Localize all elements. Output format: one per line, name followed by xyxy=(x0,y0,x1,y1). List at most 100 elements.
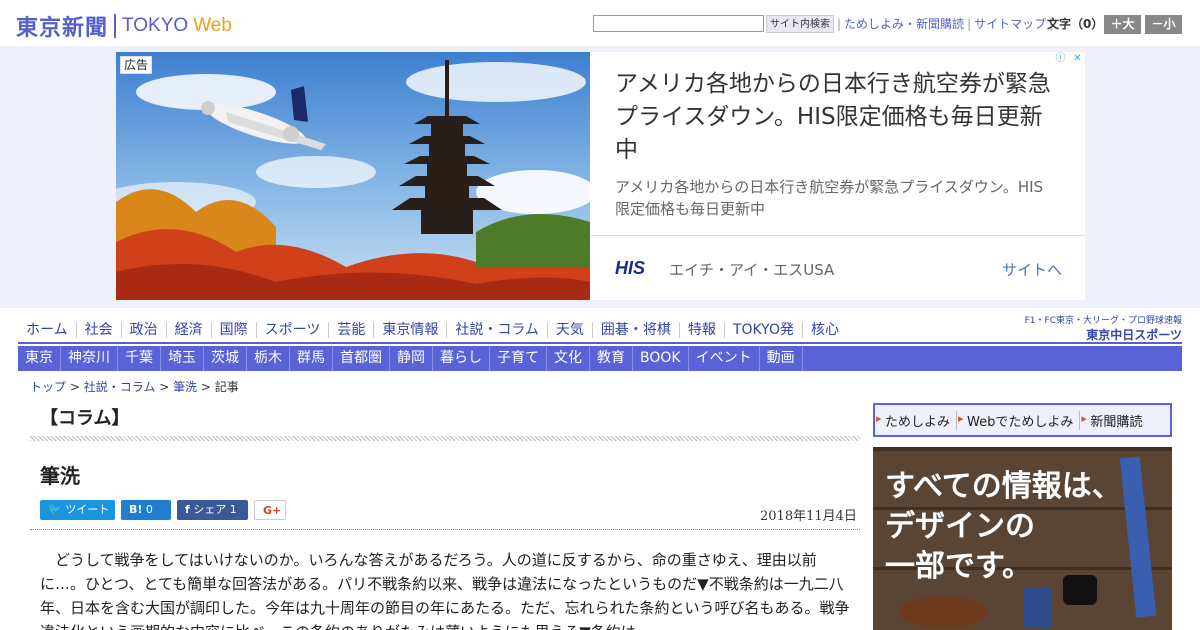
tweet-label: ツイート xyxy=(65,503,110,516)
font-smaller-button[interactable]: －小 xyxy=(1145,15,1182,34)
hatena-icon: B! xyxy=(129,503,143,516)
nav-item-entertainment[interactable]: 芸能 xyxy=(328,322,373,338)
ad-description: アメリカ各地からの日本行き航空券が緊急プライスダウン。HIS限定価格も毎日更新中 xyxy=(615,178,1044,218)
nav-divider xyxy=(18,342,1182,344)
ad-image[interactable]: 広告 xyxy=(116,52,590,300)
his-logo: HIS xyxy=(615,258,646,278)
nav-item-editorial[interactable]: 社説・コラム xyxy=(446,322,547,338)
close-icon[interactable]: ✕ xyxy=(1070,52,1085,66)
logo-japanese: 東京新聞 xyxy=(16,15,109,41)
region-item-event[interactable]: イベント xyxy=(689,346,760,371)
share-buttons: 🐦 ツイート B! 0 f シェア 1 G+ xyxy=(40,500,286,520)
nav-item-society[interactable]: 社会 xyxy=(75,322,121,338)
site-header: 東京新聞 TOKYO Web サイト内検索 | ためしよみ・新聞購読 | サイト… xyxy=(0,0,1200,46)
facebook-share-label: シェア xyxy=(193,503,227,516)
facebook-share-button[interactable]: f シェア 1 xyxy=(177,500,248,520)
font-size-label: 文字（0） xyxy=(1047,17,1104,31)
breadcrumb-sub[interactable]: 筆洗 xyxy=(173,380,197,394)
region-item-saitama[interactable]: 埼玉 xyxy=(161,346,204,371)
nav-item-kakushin[interactable]: 核心 xyxy=(801,322,847,338)
ad-divider xyxy=(590,235,1085,236)
region-item-ibaraki[interactable]: 茨城 xyxy=(204,346,247,371)
nav-item-tokyo-info[interactable]: 東京情報 xyxy=(373,322,446,338)
region-item-kanagawa[interactable]: 神奈川 xyxy=(61,346,118,371)
sidebar-ad-line-3: 一部です。 xyxy=(885,549,1032,584)
region-item-gunma[interactable]: 群馬 xyxy=(290,346,333,371)
region-item-kurashi[interactable]: 暮らし xyxy=(433,346,490,371)
logo-english: TOKYO xyxy=(122,15,189,36)
ad-headline[interactable]: アメリカ各地からの日本行き航空券が緊急プライスダウン。HIS限定価格も毎日更新中 xyxy=(615,68,1065,167)
site-logo[interactable]: 東京新聞 TOKYO Web xyxy=(16,10,232,42)
breadcrumb: トップ > 社説・コラム > 筆洗 > 記事 xyxy=(30,378,239,395)
logo-web: Web xyxy=(193,15,232,36)
ad-card[interactable]: 広告 ⓘ ✕ アメリカ各地からの日本行き航空券が緊急プライスダウン。HIS限定価… xyxy=(116,52,1085,300)
region-item-chiba[interactable]: 千葉 xyxy=(118,346,161,371)
chunichi-tagline: F1・FC東京・大リーグ・プロ野球速報 xyxy=(1024,316,1182,326)
ad-cta-link[interactable]: サイトへ xyxy=(1002,259,1062,280)
region-item-book[interactable]: BOOK xyxy=(633,346,689,371)
nav-item-tokyo-hatsu[interactable]: TOKYO発 xyxy=(723,322,802,338)
region-item-bunka[interactable]: 文化 xyxy=(547,346,590,371)
region-nav: 東京 神奈川 千葉 埼玉 茨城 栃木 群馬 首都圏 静岡 暮らし 子育て 文化 … xyxy=(18,346,1182,371)
region-item-kyoiku[interactable]: 教育 xyxy=(590,346,633,371)
info-icon[interactable]: ⓘ xyxy=(1053,52,1068,66)
facebook-share-count: 1 xyxy=(229,503,237,516)
subscribe-link[interactable]: 新聞購読 xyxy=(1079,410,1148,430)
link-separator: | xyxy=(967,17,972,31)
header-links: | ためしよみ・新聞購読 | サイトマップ | xyxy=(834,15,1056,33)
pagoda-airplane-image xyxy=(116,52,590,300)
region-item-shutoken[interactable]: 首都圏 xyxy=(333,346,390,371)
section-title: 【コラム】 xyxy=(40,408,130,429)
search-input[interactable] xyxy=(593,15,764,32)
article-body: どうして戦争をしてはいけないのか。いろんな答えがあるだろう。人の道に反するから、… xyxy=(40,551,850,630)
article-title: 筆洗 xyxy=(40,464,80,488)
ad-choices[interactable]: ⓘ ✕ xyxy=(1053,52,1085,66)
hatena-button[interactable]: B! 0 xyxy=(121,500,171,520)
nav-item-sports[interactable]: スポーツ xyxy=(255,322,329,338)
ad-advertiser: エイチ・アイ・エスUSA xyxy=(669,261,835,279)
nav-item-politics[interactable]: 政治 xyxy=(120,322,166,338)
ad-banner-area: 広告 ⓘ ✕ アメリカ各地からの日本行き航空券が緊急プライスダウン。HIS限定価… xyxy=(0,46,1200,308)
breadcrumb-current: 記事 xyxy=(214,380,239,394)
sidebar-ad[interactable]: すべての情報は、 デザインの 一部です。 xyxy=(873,447,1172,630)
nav-item-go-shogi[interactable]: 囲碁・将棋 xyxy=(591,322,679,338)
main-nav: ホーム 社会 政治 経済 国際 スポーツ 芸能 東京情報 社説・コラム 天気 囲… xyxy=(18,318,847,342)
nav-item-tokuho[interactable]: 特報 xyxy=(678,322,724,338)
trial-link[interactable]: ためしよみ xyxy=(875,411,956,430)
ad-cta-label: サイトへ xyxy=(1002,261,1063,279)
sidebar-ad-line-1: すべての情報は、 xyxy=(885,469,1122,504)
nav-item-economy[interactable]: 経済 xyxy=(165,322,211,338)
ad-label: 広告 xyxy=(120,56,153,74)
breadcrumb-separator: > xyxy=(159,380,174,394)
tweet-button[interactable]: 🐦 ツイート xyxy=(40,500,115,520)
region-item-tochigi[interactable]: 栃木 xyxy=(247,346,290,371)
chunichi-sports-link[interactable]: F1・FC東京・大リーグ・プロ野球速報 東京中日スポーツ xyxy=(1020,313,1182,343)
breadcrumb-top[interactable]: トップ xyxy=(30,380,66,394)
region-item-kosodate[interactable]: 子育て xyxy=(490,346,547,371)
breadcrumb-section[interactable]: 社説・コラム xyxy=(84,380,156,394)
font-larger-button[interactable]: ＋大 xyxy=(1104,15,1141,34)
article-date: 2018年11月4日 xyxy=(760,509,857,524)
link-separator: | xyxy=(837,17,842,31)
search-button[interactable]: サイト内検索 xyxy=(766,15,834,33)
section-rule xyxy=(30,436,860,441)
region-item-shizuoka[interactable]: 静岡 xyxy=(390,346,433,371)
web-trial-link[interactable]: Webでためしよみ xyxy=(956,410,1079,430)
chunichi-logo: 東京中日スポーツ xyxy=(1086,328,1182,342)
logo-divider xyxy=(114,14,117,38)
region-item-tokyo[interactable]: 東京 xyxy=(18,346,61,371)
nav-item-home[interactable]: ホーム xyxy=(18,322,76,338)
sitemap-link[interactable]: サイトマップ xyxy=(974,15,1046,33)
region-item-video[interactable]: 動画 xyxy=(760,346,803,371)
subscribe-link[interactable]: ためしよみ・新聞購読 xyxy=(844,15,964,33)
google-plus-button[interactable]: G+ xyxy=(254,500,286,520)
breadcrumb-separator: > xyxy=(200,380,215,394)
facebook-icon: f xyxy=(185,503,190,516)
sidebar-ad-line-2: デザインの xyxy=(885,509,1035,544)
nav-item-international[interactable]: 国際 xyxy=(210,322,256,338)
article-divider xyxy=(30,529,860,530)
nav-item-weather[interactable]: 天気 xyxy=(546,322,592,338)
hatena-count: 0 xyxy=(145,503,153,516)
breadcrumb-separator: > xyxy=(69,380,84,394)
twitter-icon: 🐦 xyxy=(48,503,62,516)
